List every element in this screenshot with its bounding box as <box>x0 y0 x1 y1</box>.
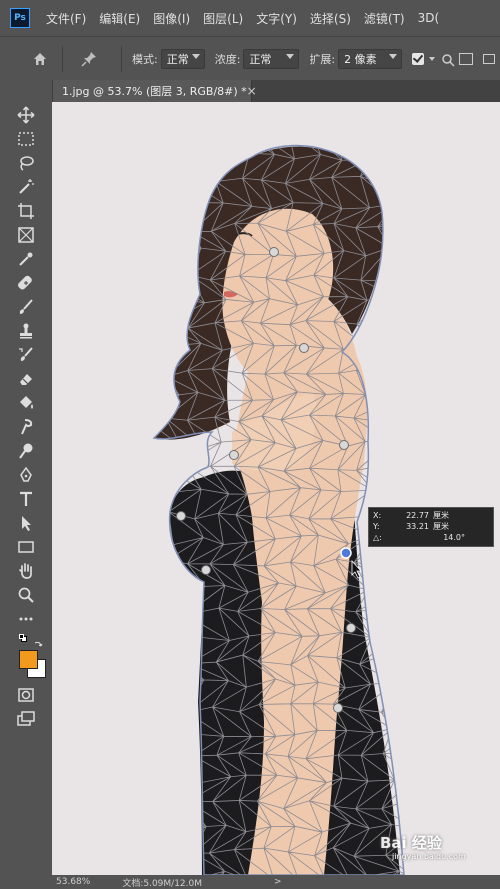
angle-label: △: <box>373 533 382 542</box>
menu-3d[interactable]: 3D( <box>418 11 440 25</box>
status-bar: 53.68% 文档:5.09M/12.0M > <box>0 875 500 889</box>
smudge-tool-icon[interactable] <box>14 416 38 438</box>
pin-handle[interactable] <box>201 565 211 575</box>
clone-stamp-tool-icon[interactable] <box>14 320 38 342</box>
transform-readout: X: 22.77 厘米 Y: 33.21 厘米 △: 14.0° <box>368 507 494 547</box>
menu-filter[interactable]: 滤镜(T) <box>364 10 405 27</box>
move-tool-icon[interactable] <box>14 104 38 126</box>
expand-label: 扩展: <box>309 53 336 66</box>
chevron-down-icon <box>286 54 295 59</box>
pin-handle[interactable] <box>339 440 349 450</box>
watermark-url: jingyan.baidu.com <box>392 852 466 861</box>
puppet-warp-image[interactable] <box>52 102 500 875</box>
healing-brush-tool-icon[interactable] <box>14 272 38 294</box>
zoom-level[interactable]: 53.68% <box>56 877 90 887</box>
document-tab[interactable]: 1.jpg @ 53.7% (图层 3, RGB/8#) * × <box>52 80 257 102</box>
pin-handle[interactable] <box>333 703 343 713</box>
chevron-down-icon <box>191 54 200 59</box>
show-mesh-checkbox[interactable] <box>412 53 425 65</box>
x-label: X: <box>373 511 382 520</box>
document-info: 文档:5.09M/12.0M <box>122 878 203 889</box>
history-brush-tool-icon[interactable] <box>14 344 38 366</box>
tools-panel <box>0 80 53 875</box>
menu-image[interactable]: 图像(I) <box>153 10 190 27</box>
foreground-color-swatch[interactable] <box>19 650 38 669</box>
dodge-tool-icon[interactable] <box>14 440 38 462</box>
x-value: 22.77 <box>406 511 429 520</box>
eraser-tool-icon[interactable] <box>14 368 38 390</box>
mode-label: 模式: <box>132 53 158 66</box>
menu-bar: Ps 文件(F) 编辑(E) 图像(I) 图层(L) 文字(Y) 选择(S) 滤… <box>0 0 500 36</box>
divider <box>62 46 63 72</box>
y-label: Y: <box>373 522 380 531</box>
mode-dropdown[interactable]: 正常 <box>160 49 205 69</box>
density-label: 浓度: <box>214 53 241 66</box>
menu-select[interactable]: 选择(S) <box>310 10 351 27</box>
home-icon[interactable] <box>28 47 52 71</box>
photoshop-logo: Ps <box>10 8 30 28</box>
crop-tool-icon[interactable] <box>14 200 38 222</box>
baidu-watermark: Bai 经验 <box>380 834 442 852</box>
brush-tool-icon[interactable] <box>14 296 38 318</box>
document-tab-bar: 1.jpg @ 53.7% (图层 3, RGB/8#) * × <box>52 80 500 102</box>
expand-value: 2 像素 <box>344 53 377 66</box>
pin-handle[interactable] <box>176 511 186 521</box>
menu-layer[interactable]: 图层(L) <box>203 10 243 27</box>
pin-handle[interactable] <box>346 623 356 633</box>
screen-mode-icon[interactable] <box>14 708 38 730</box>
options-bar: 模式: 正常 浓度: 正常 扩展: 2 像素 <box>0 36 500 82</box>
type-tool-icon[interactable] <box>14 488 38 510</box>
lasso-tool-icon[interactable] <box>14 152 38 174</box>
chevron-down-icon[interactable] <box>429 57 436 61</box>
panel-icon[interactable] <box>483 54 496 64</box>
zoom-tool-icon[interactable] <box>14 584 38 606</box>
pin-handle[interactable] <box>269 247 279 257</box>
close-icon[interactable]: × <box>247 84 257 98</box>
angle-value: 14.0° <box>443 533 465 542</box>
magic-wand-tool-icon[interactable] <box>14 176 38 198</box>
document-canvas[interactable]: X: 22.77 厘米 Y: 33.21 厘米 △: 14.0° <box>52 102 500 875</box>
search-icon[interactable] <box>441 52 455 67</box>
workspace-icon[interactable] <box>459 53 474 65</box>
frame-tool-icon[interactable] <box>14 224 38 246</box>
quick-mask-icon[interactable] <box>14 684 38 706</box>
density-value: 正常 <box>249 53 272 66</box>
density-dropdown[interactable]: 正常 <box>243 49 300 69</box>
eyedropper-tool-icon[interactable] <box>14 248 38 270</box>
hand-tool-icon[interactable] <box>14 560 38 582</box>
path-selection-tool-icon[interactable] <box>14 512 38 534</box>
chevron-down-icon <box>389 54 398 59</box>
y-unit: 厘米 <box>433 522 449 531</box>
menu-type[interactable]: 文字(Y) <box>256 10 297 27</box>
mode-value: 正常 <box>166 53 189 66</box>
document-tab-title: 1.jpg @ 53.7% (图层 3, RGB/8#) * <box>62 85 247 98</box>
pin-handle[interactable] <box>299 343 309 353</box>
rectangle-tool-icon[interactable] <box>14 536 38 558</box>
swap-colors-icon[interactable] <box>34 634 43 647</box>
menu-edit[interactable]: 编辑(E) <box>99 10 140 27</box>
marquee-tool-icon[interactable] <box>14 128 38 150</box>
pin-handle[interactable] <box>229 450 239 460</box>
expand-dropdown[interactable]: 2 像素 <box>338 49 403 69</box>
default-colors-icon[interactable] <box>19 634 27 642</box>
y-value: 33.21 <box>406 522 429 531</box>
pen-tool-icon[interactable] <box>14 464 38 486</box>
status-arrow-icon[interactable]: > <box>274 877 282 887</box>
menu-file[interactable]: 文件(F) <box>46 10 86 27</box>
selected-pin-handle[interactable] <box>340 547 352 559</box>
divider <box>121 46 122 72</box>
x-unit: 厘米 <box>433 511 449 520</box>
paint-bucket-tool-icon[interactable] <box>14 392 38 414</box>
more-tools-icon[interactable] <box>14 608 38 630</box>
pin-tool-icon[interactable] <box>79 49 99 69</box>
